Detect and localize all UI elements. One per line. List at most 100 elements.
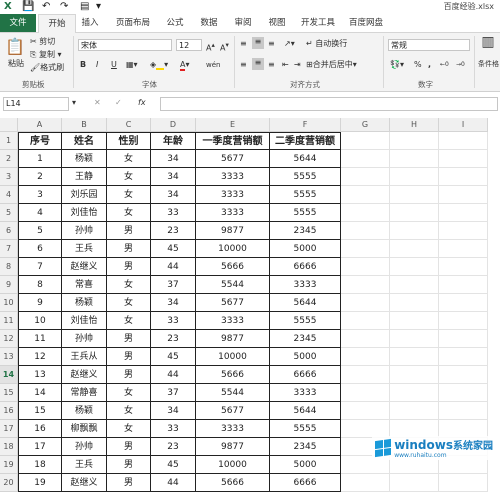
table-cell[interactable]: 5544 [196,384,270,402]
table-cell[interactable]: 女 [107,186,151,204]
table-cell[interactable]: 8 [18,276,62,294]
table-cell[interactable]: 3333 [270,384,341,402]
empty-cell[interactable] [439,186,488,204]
table-cell[interactable]: 男 [107,222,151,240]
decrease-font-icon[interactable]: A▾ [220,40,229,54]
table-cell[interactable]: 孙帅 [62,438,107,456]
table-cell[interactable]: 刘佳怡 [62,312,107,330]
table-cell[interactable]: 2345 [270,222,341,240]
table-cell[interactable]: 女 [107,204,151,222]
table-cell[interactable]: 女 [107,150,151,168]
table-cell[interactable]: 3333 [196,186,270,204]
table-cell[interactable]: 男 [107,240,151,258]
table-cell[interactable]: 刘乐园 [62,186,107,204]
table-cell[interactable]: 34 [151,402,196,420]
name-box[interactable]: L14 [3,97,69,111]
align-center-icon[interactable]: ≡ [252,58,264,70]
tab-formulas[interactable]: 公式 [160,14,190,32]
empty-cell[interactable] [439,150,488,168]
empty-cell[interactable] [390,312,439,330]
empty-cell[interactable] [390,168,439,186]
table-cell[interactable]: 4 [18,204,62,222]
empty-cell[interactable] [390,258,439,276]
format-painter-button[interactable]: 🖌格式刷 [30,63,64,73]
table-cell[interactable]: 7 [18,258,62,276]
row-header-20[interactable]: 20 [0,474,18,492]
empty-cell[interactable] [390,240,439,258]
table-cell[interactable]: 3333 [196,204,270,222]
insert-function-button[interactable]: fx [138,98,146,108]
row-header-4[interactable]: 4 [0,186,18,204]
tab-data[interactable]: 数据 [194,14,224,32]
table-header-cell[interactable]: 二季度营销额 [270,132,341,150]
table-cell[interactable]: 14 [18,384,62,402]
table-cell[interactable]: 5644 [270,402,341,420]
table-cell[interactable]: 5644 [270,150,341,168]
empty-cell[interactable] [439,330,488,348]
column-header-c[interactable]: C [107,118,151,132]
row-header-1[interactable]: 1 [0,132,18,150]
table-cell[interactable]: 10 [18,312,62,330]
table-cell[interactable]: 男 [107,258,151,276]
paste-button[interactable]: 粘贴 [8,59,24,69]
empty-cell[interactable] [341,168,390,186]
comma-button[interactable]: , [428,60,431,70]
select-all-corner[interactable] [0,118,18,132]
empty-cell[interactable] [439,402,488,420]
bold-button[interactable]: B [80,60,86,70]
table-cell[interactable]: 男 [107,438,151,456]
table-cell[interactable]: 女 [107,420,151,438]
empty-cell[interactable] [341,312,390,330]
paste-icon[interactable]: 📋 [4,37,26,57]
column-header-b[interactable]: B [62,118,107,132]
align-left-icon[interactable]: ≡ [240,60,247,70]
empty-cell[interactable] [439,132,488,150]
table-cell[interactable]: 23 [151,330,196,348]
empty-cell[interactable] [439,474,488,492]
number-format-select[interactable]: 常规 [388,39,470,51]
table-cell[interactable]: 王静 [62,168,107,186]
table-cell[interactable]: 45 [151,456,196,474]
row-header-19[interactable]: 19 [0,456,18,474]
empty-cell[interactable] [341,294,390,312]
enter-icon[interactable]: ✓ [115,98,122,108]
table-cell[interactable]: 女 [107,402,151,420]
column-header-i[interactable]: I [439,118,488,132]
empty-cell[interactable] [341,132,390,150]
tab-insert[interactable]: 插入 [76,14,104,32]
table-cell[interactable]: 刘佳怡 [62,204,107,222]
table-cell[interactable]: 13 [18,366,62,384]
italic-button[interactable]: I [96,60,98,70]
empty-cell[interactable] [390,222,439,240]
currency-icon[interactable]: 💱▾ [390,60,404,70]
table-cell[interactable]: 9877 [196,330,270,348]
table-cell[interactable]: 男 [107,348,151,366]
table-cell[interactable]: 44 [151,366,196,384]
table-cell[interactable]: 5644 [270,294,341,312]
empty-cell[interactable] [341,258,390,276]
borders-icon[interactable]: ▦▾ [126,60,138,70]
table-cell[interactable]: 34 [151,186,196,204]
table-cell[interactable]: 6666 [270,366,341,384]
column-header-a[interactable]: A [18,118,62,132]
table-cell[interactable]: 17 [18,438,62,456]
row-header-17[interactable]: 17 [0,420,18,438]
table-cell[interactable]: 5555 [270,204,341,222]
table-cell[interactable]: 王兵从 [62,348,107,366]
table-cell[interactable]: 王兵 [62,456,107,474]
table-cell[interactable]: 9 [18,294,62,312]
table-cell[interactable]: 女 [107,294,151,312]
row-header-8[interactable]: 8 [0,258,18,276]
fill-color-icon[interactable]: ◈ ▾ [150,60,168,70]
row-header-2[interactable]: 2 [0,150,18,168]
table-cell[interactable]: 5677 [196,150,270,168]
table-cell[interactable]: 杨颖 [62,150,107,168]
row-header-12[interactable]: 12 [0,330,18,348]
table-cell[interactable]: 3 [18,186,62,204]
row-header-7[interactable]: 7 [0,240,18,258]
table-cell[interactable]: 5555 [270,420,341,438]
table-cell[interactable]: 5555 [270,186,341,204]
table-cell[interactable]: 5000 [270,348,341,366]
table-cell[interactable]: 王兵 [62,240,107,258]
tab-review[interactable]: 审阅 [228,14,258,32]
